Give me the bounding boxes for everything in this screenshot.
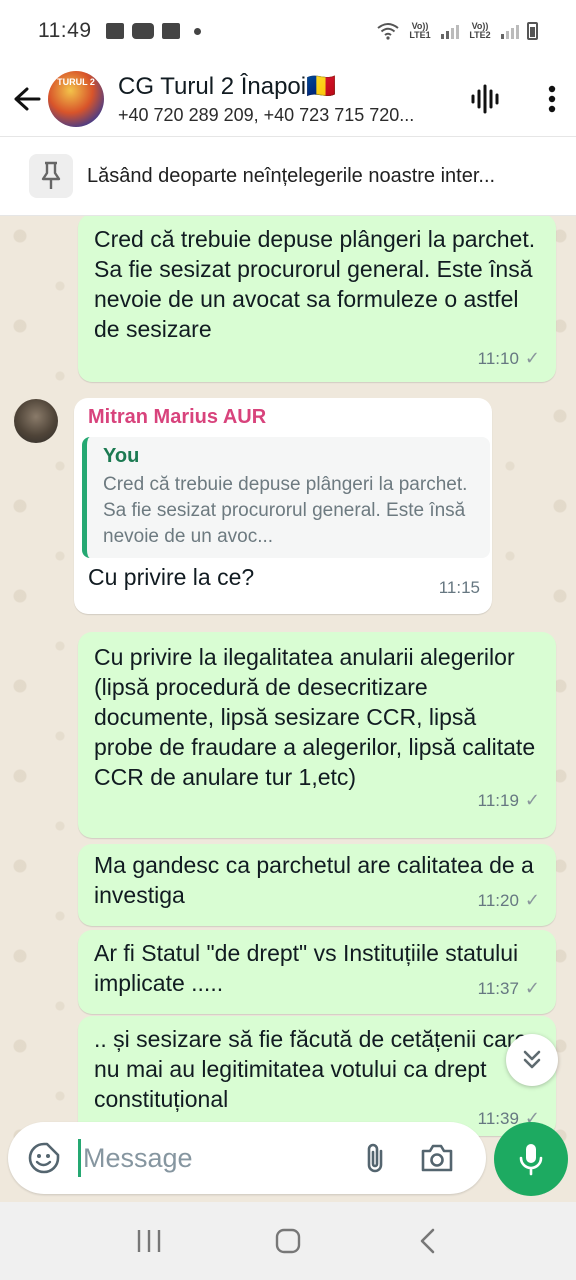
signal-icon-2 — [501, 23, 519, 39]
check-box-icon — [161, 23, 180, 39]
notification-icons — [105, 23, 201, 39]
pin-icon — [41, 161, 61, 189]
more-options-button[interactable] — [532, 79, 572, 119]
chat-header: TURUL 2 CG Turul 2 Înapoi🇷🇴 +40 720 289 … — [0, 62, 576, 136]
message-time: 11:10 — [477, 349, 519, 368]
recents-button[interactable] — [124, 1216, 174, 1266]
network-label-2: Vo)) LTE2 — [469, 21, 491, 40]
sticker-icon — [28, 1142, 60, 1174]
pinned-message-banner[interactable]: Lăsând deoparte neînțelegerile noastre i… — [0, 136, 576, 216]
more-notifications-icon — [193, 27, 201, 35]
message-time: 11:20 — [477, 891, 519, 910]
message-input[interactable] — [83, 1142, 333, 1174]
outgoing-message[interactable]: Ar fi Statul "de drept" vs Instituțiile … — [78, 930, 556, 1014]
outgoing-message[interactable]: Cred că trebuie depuse plângeri la parch… — [78, 216, 556, 382]
group-info[interactable]: CG Turul 2 Înapoi🇷🇴 +40 720 289 209, +40… — [118, 72, 438, 126]
quote-author: You — [103, 445, 140, 467]
camera-button[interactable] — [417, 1138, 457, 1178]
sent-check-icon: ✓ — [524, 890, 540, 910]
status-right: Vo)) LTE1 Vo)) LTE2 — [377, 22, 538, 40]
quote-text: Cred că trebuie depuse plângeri la parch… — [103, 474, 468, 547]
sender-name: Mitran Marius AUR — [88, 406, 267, 428]
message-composer — [8, 1122, 486, 1194]
sent-check-icon: ✓ — [524, 978, 540, 998]
back-nav-button[interactable] — [402, 1216, 452, 1266]
quoted-message[interactable]: You Cred că trebuie depuse plângeri la p… — [82, 437, 490, 558]
voice-chat-button[interactable] — [466, 79, 506, 119]
sticker-button[interactable] — [24, 1138, 64, 1178]
gallery-icon — [105, 23, 124, 39]
message-time: 11:15 — [438, 578, 480, 597]
message-time: 11:37 — [477, 979, 519, 998]
text-caret — [78, 1139, 81, 1177]
sender-avatar[interactable] — [14, 399, 58, 443]
system-nav-bar — [0, 1202, 576, 1280]
attach-icon — [367, 1143, 383, 1173]
recents-icon — [138, 1230, 161, 1252]
status-time: 11:49 — [38, 19, 92, 42]
back-nav-icon — [420, 1228, 434, 1254]
message-meta: 11:10 ✓ — [94, 348, 540, 370]
network-label-1: Vo)) LTE1 — [409, 21, 431, 40]
outgoing-message[interactable]: Cu privire la ilegalitatea anularii aleg… — [78, 632, 556, 838]
group-avatar-text: TURUL 2 — [57, 77, 95, 87]
double-chevron-down-icon — [523, 1050, 541, 1069]
group-avatar[interactable]: TURUL 2 — [48, 71, 104, 127]
signal-icon-1 — [441, 23, 459, 39]
group-members: +40 720 289 209, +40 723 715 720... — [118, 105, 415, 125]
status-bar: 11:49 Vo)) LTE1 Vo)) LTE2 — [0, 0, 576, 62]
message-meta: 11:19 ✓ — [94, 790, 540, 812]
voice-message-button[interactable] — [494, 1122, 568, 1196]
message-time: 11:39 — [477, 1109, 519, 1128]
more-vert-icon — [548, 85, 556, 113]
group-title: CG Turul 2 Înapoi🇷🇴 — [118, 73, 336, 100]
home-button[interactable] — [263, 1216, 313, 1266]
camera-icon — [421, 1144, 453, 1172]
attach-button[interactable] — [355, 1138, 395, 1178]
sent-check-icon: ✓ — [524, 348, 540, 368]
outgoing-message[interactable]: Ma gandesc ca parchetul are calitatea de… — [78, 844, 556, 926]
mic-icon — [519, 1144, 543, 1176]
battery-icon — [527, 22, 538, 40]
sent-check-icon: ✓ — [524, 790, 540, 810]
home-icon — [275, 1228, 301, 1254]
pinned-message-text: Lăsând deoparte neînțelegerile noastre i… — [87, 164, 496, 187]
message-time: 11:19 — [477, 791, 519, 810]
chat-area[interactable]: Cred că trebuie depuse plângeri la parch… — [0, 216, 576, 1202]
message-text: .. și sesizare să fie făcută de cetățeni… — [94, 1026, 528, 1112]
youtube-icon — [131, 23, 154, 39]
voice-chat-icon — [471, 84, 499, 114]
pin-icon-box — [29, 154, 73, 198]
message-text: Cu privire la ilegalitatea anularii aleg… — [94, 644, 536, 790]
scroll-to-bottom-button[interactable] — [506, 1034, 558, 1086]
incoming-message[interactable]: Mitran Marius AUR You Cred că trebuie de… — [74, 398, 492, 614]
back-arrow-icon — [14, 87, 41, 111]
message-text: Cred că trebuie depuse plângeri la parch… — [94, 226, 536, 342]
outgoing-message[interactable]: .. și sesizare să fie făcută de cetățeni… — [78, 1016, 556, 1136]
back-button[interactable] — [4, 62, 50, 136]
wifi-icon — [377, 23, 399, 40]
